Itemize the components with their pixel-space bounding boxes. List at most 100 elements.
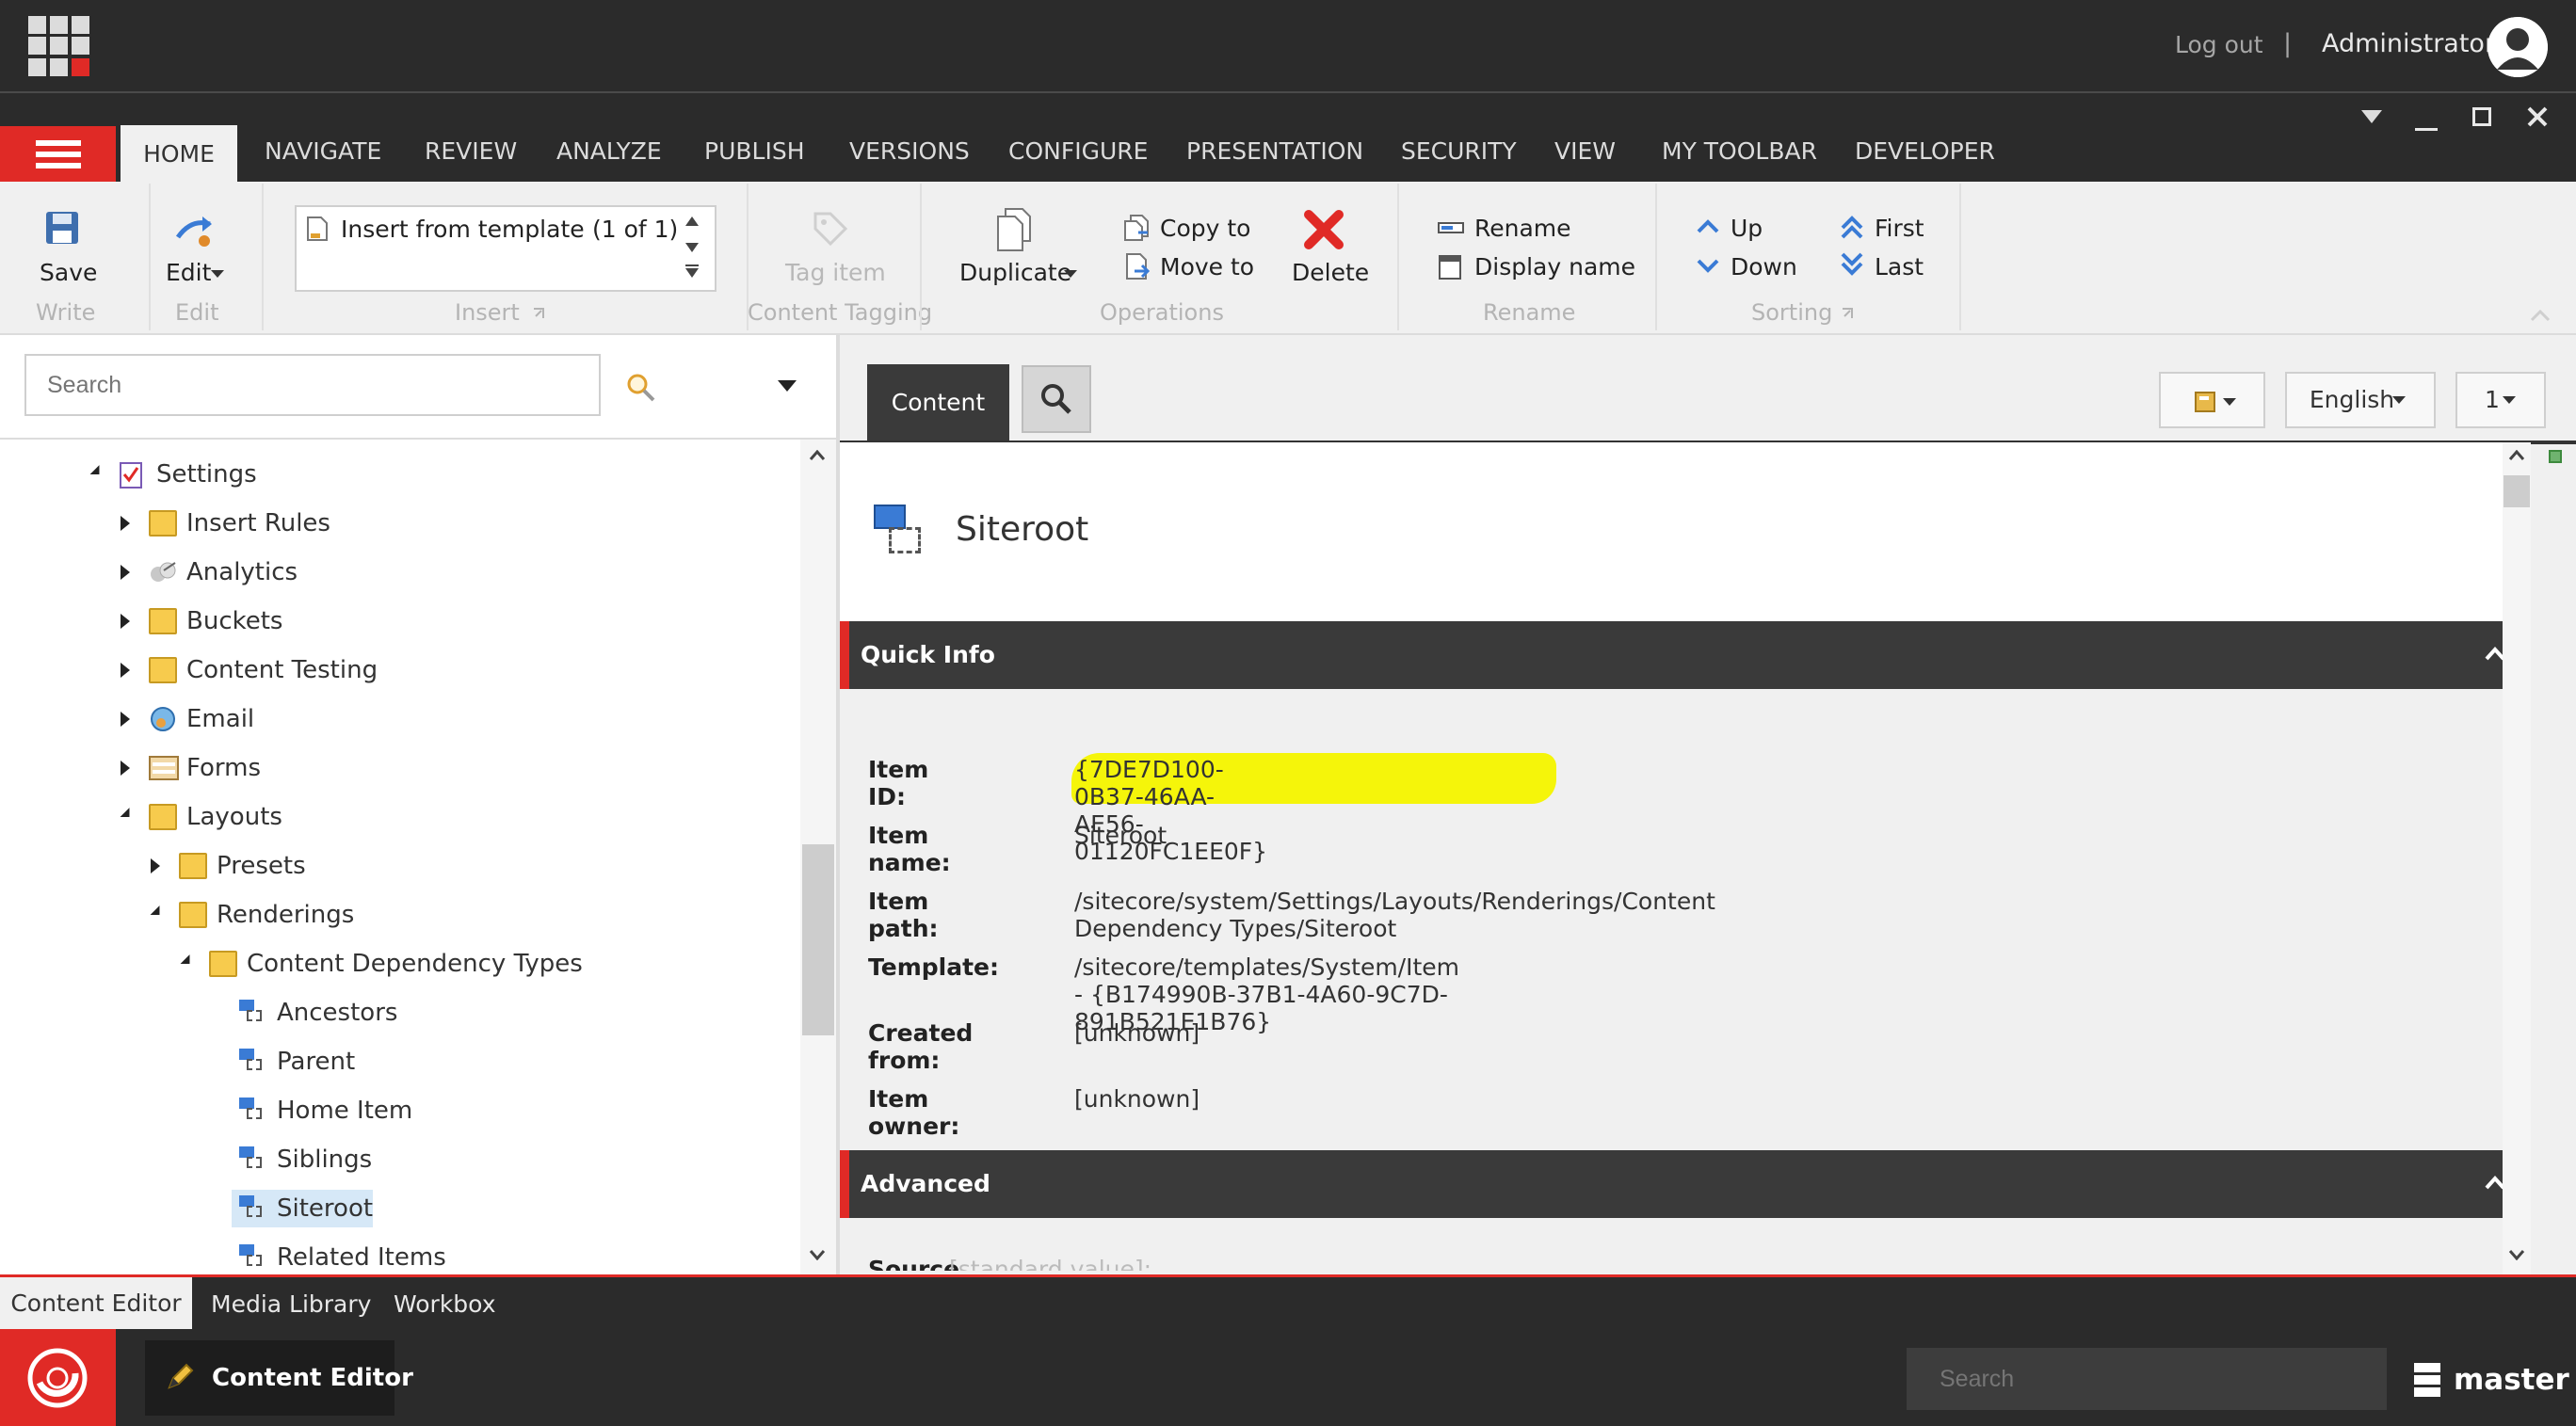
display-name-icon[interactable] <box>1438 254 1462 280</box>
up-button[interactable]: Up <box>1731 215 1763 242</box>
avatar[interactable] <box>2487 17 2548 77</box>
tree-node[interactable]: Content Testing <box>0 651 800 689</box>
rename-icon[interactable] <box>1438 219 1464 236</box>
scroll-up-icon[interactable] <box>809 450 826 461</box>
duplicate-icon[interactable] <box>994 207 1038 252</box>
minimize-icon[interactable] <box>2415 128 2438 131</box>
maximize-icon[interactable] <box>2472 107 2491 126</box>
move-to-button[interactable]: Move to <box>1160 253 1254 280</box>
language-select[interactable]: English <box>2285 372 2436 428</box>
search-options-dropdown-icon[interactable] <box>778 380 797 392</box>
search-icon[interactable] <box>625 372 657 404</box>
arrow-down-icon[interactable] <box>1697 259 1719 274</box>
save-icon[interactable] <box>45 211 79 245</box>
user-name[interactable]: Administrator <box>2322 29 2495 58</box>
tree-scroll-thumb[interactable] <box>802 844 834 1035</box>
copy-to-icon[interactable] <box>1123 214 1151 242</box>
tree-node[interactable]: Settings <box>0 456 800 493</box>
editor-scrollbar[interactable] <box>2503 442 2531 1274</box>
tree-node[interactable]: Parent <box>0 1043 800 1081</box>
edit-button[interactable]: Edit <box>166 259 211 286</box>
expand-node-icon[interactable] <box>121 663 130 678</box>
duplicate-button[interactable]: Duplicate <box>959 259 1071 286</box>
tab-view[interactable]: VIEW <box>1554 137 1616 165</box>
expand-list-icon[interactable] <box>685 264 699 278</box>
double-arrow-down-icon[interactable] <box>1841 252 1863 277</box>
dialog-launcher-icon[interactable] <box>533 308 544 319</box>
collapse-node-icon[interactable] <box>180 954 195 969</box>
tree-node[interactable]: Email <box>0 700 800 738</box>
tree-node[interactable]: Insert Rules <box>0 505 800 542</box>
tab-versions[interactable]: VERSIONS <box>849 137 970 165</box>
tree-node[interactable]: Siteroot <box>0 1190 800 1227</box>
dropdown-icon[interactable] <box>2361 110 2382 123</box>
bottom-tab-media-library[interactable]: Media Library <box>211 1290 371 1318</box>
expand-node-icon[interactable] <box>151 858 160 873</box>
save-button[interactable]: Save <box>40 259 97 286</box>
menu-button[interactable] <box>0 126 116 183</box>
tab-my-toolbar[interactable]: MY TOOLBAR <box>1662 137 1817 165</box>
tree-node[interactable]: Ancestors <box>0 994 800 1032</box>
bottom-tab-content-editor[interactable]: Content Editor <box>0 1277 192 1329</box>
tree-search-input[interactable] <box>24 354 601 416</box>
editor-scroll-thumb[interactable] <box>2504 475 2530 507</box>
expand-node-icon[interactable] <box>121 761 130 776</box>
collapse-node-icon[interactable] <box>89 465 105 479</box>
tab-configure[interactable]: CONFIGURE <box>1008 137 1148 165</box>
display-name-button[interactable]: Display name <box>1474 253 1635 280</box>
bottom-tab-workbox[interactable]: Workbox <box>394 1290 496 1318</box>
validation-status-icon[interactable] <box>2549 450 2562 463</box>
expand-node-icon[interactable] <box>121 516 130 531</box>
delete-button[interactable]: Delete <box>1292 259 1369 286</box>
down-button[interactable]: Down <box>1731 253 1797 280</box>
collapse-node-icon[interactable] <box>150 905 165 920</box>
scroll-up-icon[interactable] <box>685 216 699 226</box>
rename-button[interactable]: Rename <box>1474 215 1571 242</box>
collapse-ribbon-icon[interactable] <box>2530 309 2551 322</box>
item-options-button[interactable] <box>2159 372 2265 428</box>
last-button[interactable]: Last <box>1875 253 1924 280</box>
insert-from-template-option[interactable]: Insert from template <box>341 216 585 243</box>
move-to-icon[interactable] <box>1123 252 1151 280</box>
tab-home[interactable]: HOME <box>121 125 237 182</box>
tree-node[interactable]: Forms <box>0 749 800 787</box>
tab-navigate[interactable]: NAVIGATE <box>265 137 381 165</box>
close-icon[interactable] <box>2526 105 2549 128</box>
quick-info-section-header[interactable]: Quick Info <box>840 621 2505 689</box>
sitecore-logo[interactable] <box>0 1329 116 1426</box>
tab-security[interactable]: SECURITY <box>1401 137 1517 165</box>
global-search-input[interactable] <box>1907 1348 2387 1410</box>
tree-node[interactable]: Content Dependency Types <box>0 945 800 983</box>
tree-node[interactable]: Buckets <box>0 602 800 640</box>
tree-node[interactable]: Siblings <box>0 1141 800 1178</box>
tree-node[interactable]: Analytics <box>0 553 800 591</box>
tab-presentation[interactable]: PRESENTATION <box>1186 137 1363 165</box>
tab-analyze[interactable]: ANALYZE <box>556 137 662 165</box>
tab-developer[interactable]: DEVELOPER <box>1855 137 1995 165</box>
expand-node-icon[interactable] <box>121 565 130 580</box>
scroll-down-icon[interactable] <box>2508 1249 2525 1260</box>
tab-review[interactable]: REVIEW <box>425 137 517 165</box>
tab-publish[interactable]: PUBLISH <box>704 137 805 165</box>
database-name[interactable]: master <box>2454 1363 2569 1397</box>
dialog-launcher-icon[interactable] <box>1842 308 1853 319</box>
scroll-up-icon[interactable] <box>2508 450 2525 461</box>
scroll-down-icon[interactable] <box>685 243 699 252</box>
advanced-section-header[interactable]: Advanced <box>840 1150 2505 1218</box>
tree-node[interactable]: Presets <box>0 847 800 885</box>
collapse-node-icon[interactable] <box>120 808 135 822</box>
tree-node[interactable]: Home Item <box>0 1092 800 1130</box>
app-launcher-icon[interactable] <box>28 16 90 76</box>
version-select[interactable]: 1 <box>2455 372 2546 428</box>
arrow-up-icon[interactable] <box>1697 218 1719 233</box>
scroll-down-icon[interactable] <box>809 1249 826 1260</box>
delete-icon[interactable] <box>1303 209 1344 250</box>
first-button[interactable]: First <box>1875 215 1924 242</box>
tree-node[interactable]: Related Items <box>0 1239 800 1274</box>
expand-node-icon[interactable] <box>121 614 130 629</box>
copy-to-button[interactable]: Copy to <box>1160 215 1250 242</box>
double-arrow-up-icon[interactable] <box>1841 215 1863 239</box>
tree-node[interactable]: Layouts <box>0 798 800 836</box>
tab-content[interactable]: Content <box>867 364 1009 441</box>
expand-node-icon[interactable] <box>121 712 130 727</box>
